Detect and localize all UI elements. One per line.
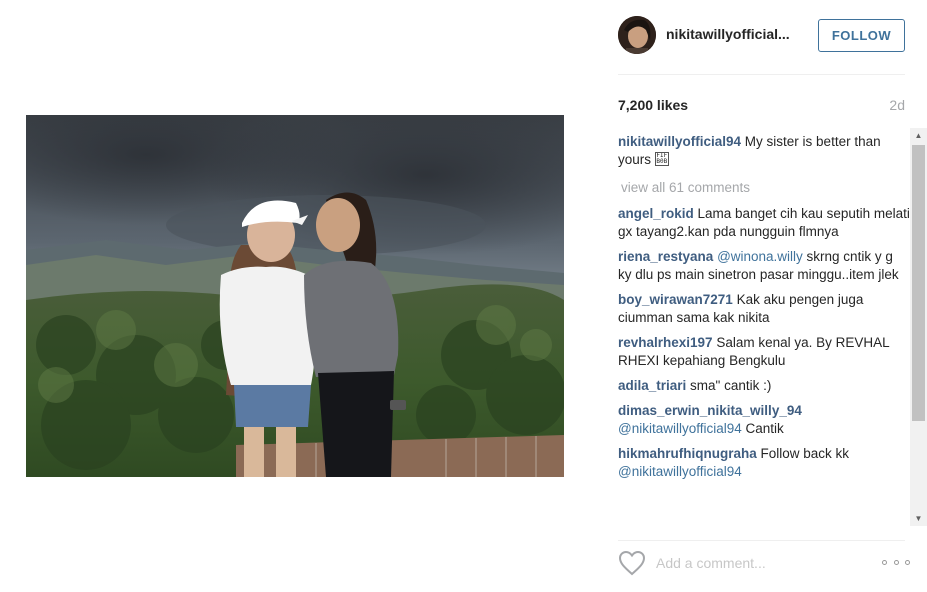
comment-username[interactable]: revhalrhexi197 <box>618 335 713 350</box>
avatar-image <box>618 16 656 54</box>
scrollbar-thumb[interactable] <box>912 145 925 421</box>
comment-item: boy_wirawan7271 Kak aku pengen juga cium… <box>618 291 910 327</box>
comment-mention[interactable]: @winona.willy <box>713 249 803 264</box>
follow-button[interactable]: FOLLOW <box>818 19 905 52</box>
comment-username[interactable]: boy_wirawan7271 <box>618 292 733 307</box>
comment-item: revhalrhexi197 Salam kenal ya. By REVHAL… <box>618 334 910 370</box>
avatar[interactable] <box>618 16 656 54</box>
comment-text: Follow back kk <box>756 446 850 461</box>
dot-icon <box>905 559 910 565</box>
caption: nikitawillyofficial94 My sister is bette… <box>618 133 910 169</box>
comment-mention[interactable]: @nikitawillyofficial94 <box>618 464 742 479</box>
comment-text: sma" cantik :) <box>686 378 772 393</box>
comment-item: hikmahrufhiqnugraha Follow back kk @niki… <box>618 445 910 481</box>
comment-text: Cantik <box>741 421 784 436</box>
comment-username[interactable]: riena_restyana <box>618 249 713 264</box>
divider <box>618 74 905 75</box>
comment-username[interactable]: adila_triari <box>618 378 686 393</box>
post-header: nikitawillyofficial... FOLLOW <box>618 16 905 56</box>
comment-item: riena_restyana @winona.willy skrng cntik… <box>618 248 910 284</box>
post-photo[interactable] <box>26 115 564 477</box>
divider <box>618 540 905 541</box>
dot-icon <box>893 559 899 565</box>
more-options-icon[interactable] <box>882 554 910 570</box>
add-comment-input[interactable] <box>656 552 856 574</box>
comments-list: nikitawillyofficial94 My sister is bette… <box>618 133 910 481</box>
comment-mention[interactable]: @nikitawillyofficial94 <box>618 421 742 436</box>
comment-item: angel_rokid Lama banget cih kau seputih … <box>618 205 910 241</box>
heart-icon[interactable] <box>618 550 646 576</box>
scroll-down-arrow-icon[interactable]: ▼ <box>910 511 927 526</box>
comment-username[interactable]: dimas_erwin_nikita_willy_94 <box>618 403 802 418</box>
comment-username[interactable]: hikmahrufhiqnugraha <box>618 446 757 461</box>
scroll-up-arrow-icon[interactable]: ▲ <box>910 128 927 143</box>
comments-scroll-area[interactable]: nikitawillyofficial94 My sister is bette… <box>618 133 910 528</box>
view-all-comments-link[interactable]: view all 61 comments <box>621 179 910 197</box>
likes-count[interactable]: 7,200 likes <box>618 97 688 113</box>
comment-item: adila_triari sma" cantik :) <box>618 377 910 395</box>
comments-scrollbar[interactable]: ▲ ▼ <box>910 128 927 526</box>
comment-item: dimas_erwin_nikita_willy_94 @nikitawilly… <box>618 402 910 438</box>
comment-username[interactable]: angel_rokid <box>618 206 694 221</box>
post-sidebar: nikitawillyofficial... FOLLOW 7,200 like… <box>600 0 927 592</box>
caption-username[interactable]: nikitawillyofficial94 <box>618 134 741 149</box>
post-author-username[interactable]: nikitawillyofficial... <box>666 26 790 42</box>
emoji-glyph: FIF B0B <box>654 152 669 166</box>
photo-area <box>0 0 590 592</box>
post-actions <box>618 548 910 578</box>
dot-icon <box>882 559 887 565</box>
post-photo-image <box>26 115 564 477</box>
post-timestamp[interactable]: 2d <box>889 97 905 113</box>
